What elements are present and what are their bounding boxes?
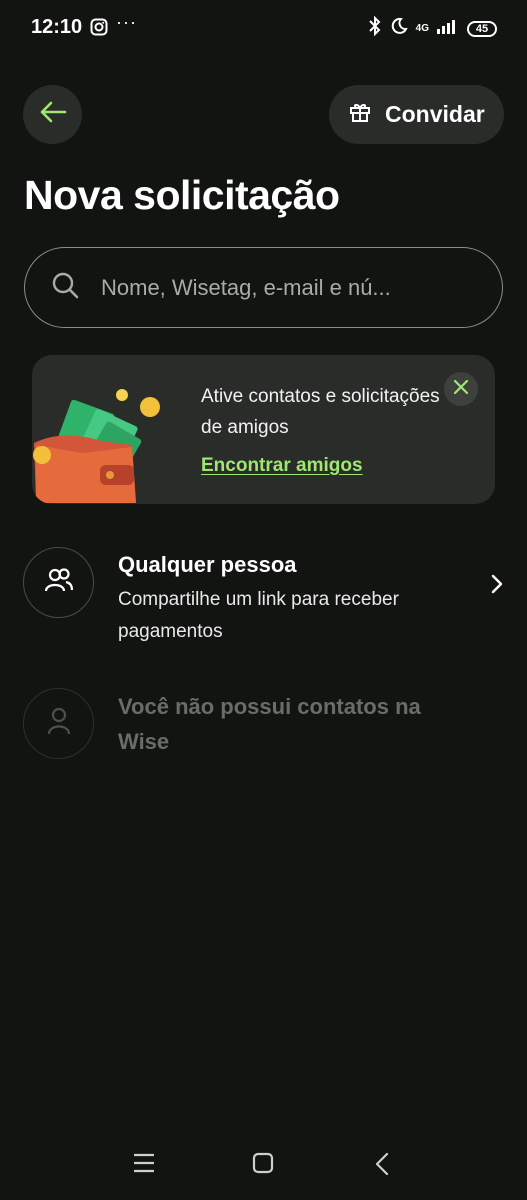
close-icon xyxy=(453,379,469,400)
back-chevron-icon[interactable] xyxy=(374,1152,390,1181)
page-title: Nova solicitação xyxy=(24,172,340,218)
battery-icon: 45 xyxy=(467,20,497,37)
status-bar: 12:10 ··· 4G 45 xyxy=(0,0,527,58)
arrow-left-icon xyxy=(39,100,67,129)
anyone-subtitle: Compartilhe um link para receber pagamen… xyxy=(118,589,399,642)
search-input[interactable] xyxy=(101,274,461,301)
signal-icon xyxy=(437,18,459,39)
people-icon xyxy=(44,567,74,598)
system-nav-bar xyxy=(0,1140,527,1190)
gift-icon xyxy=(349,101,371,128)
list-item-anyone[interactable]: Qualquer pessoa Compartilhe um link para… xyxy=(23,547,503,647)
back-button[interactable] xyxy=(23,85,82,144)
list-item-no-contacts: Você não possui contatos na Wise xyxy=(23,688,503,768)
bluetooth-icon xyxy=(368,15,382,41)
promo-text: Ative contatos e solicitações de amigos xyxy=(201,386,440,438)
search-icon xyxy=(51,271,79,304)
invite-label: Convidar xyxy=(385,101,485,127)
anyone-title: Qualquer pessoa xyxy=(118,552,297,577)
status-time: 12:10 xyxy=(31,16,83,38)
person-icon xyxy=(46,706,72,741)
menu-icon[interactable] xyxy=(132,1152,156,1179)
network-type: 4G xyxy=(415,22,429,34)
search-box[interactable] xyxy=(24,247,503,328)
chevron-right-icon xyxy=(491,574,503,599)
person-avatar xyxy=(23,688,94,759)
moon-icon xyxy=(390,17,408,40)
promo-close-button[interactable] xyxy=(444,372,478,406)
invite-button[interactable]: Convidar xyxy=(329,85,504,144)
promo-card: Ative contatos e solicitações de amigos … xyxy=(32,355,495,504)
instagram-icon xyxy=(90,18,108,41)
find-friends-link[interactable]: Encontrar amigos xyxy=(201,455,363,477)
status-indicators: 4G 45 xyxy=(368,15,497,41)
more-notifications-icon: ··· xyxy=(116,12,137,32)
people-avatar xyxy=(23,547,94,618)
wallet-with-money-illustration xyxy=(32,385,172,504)
home-square-icon[interactable] xyxy=(252,1152,274,1179)
no-contacts-text: Você não possui contatos na Wise xyxy=(118,694,421,754)
